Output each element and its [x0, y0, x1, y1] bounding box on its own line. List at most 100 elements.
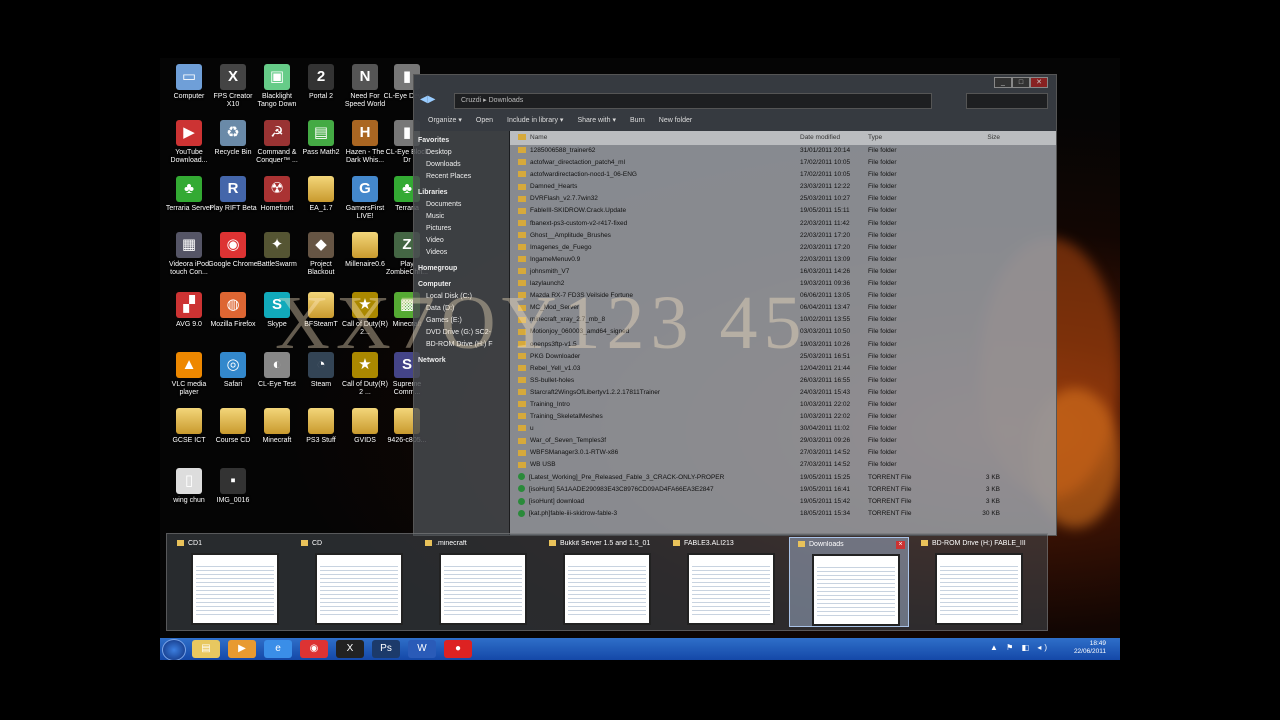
desktop-icon[interactable]: Course CD	[208, 408, 258, 445]
desktop-icon[interactable]: EA_1.7	[296, 176, 346, 213]
nav-item-music[interactable]: Music	[414, 211, 509, 223]
file-row[interactable]: WB USB 27/03/2011 14:52 File folder	[510, 459, 1056, 471]
nav-item-documents[interactable]: Documents	[414, 199, 509, 211]
chrome-icon[interactable]: ◉	[300, 640, 328, 658]
back-forward-icon[interactable]: ◀▶	[420, 93, 435, 107]
file-row[interactable]: War_of_Seven_Temples3f 29/03/2011 09:26 Fi…	[510, 435, 1056, 447]
toolbar-button[interactable]: Include in library ▾	[507, 117, 563, 124]
desktop-icon[interactable]: R Play RIFT Beta	[208, 176, 258, 213]
window-thumbnail[interactable]: .minecraft	[417, 537, 535, 625]
desktop-icon[interactable]: GCSE ICT	[164, 408, 214, 445]
desktop-icon[interactable]: PS3 Stuff	[296, 408, 346, 445]
file-row[interactable]: Ghost__Amplitude_Brushes 22/03/2011 17:20…	[510, 230, 1056, 242]
column-name[interactable]: Name	[518, 131, 788, 145]
file-row[interactable]: WBFSManager3.0.1-RTW-x86 27/03/2011 14:52…	[510, 447, 1056, 459]
window-thumbnail[interactable]: CD1	[169, 537, 287, 625]
file-name: [kat.ph]fable-iii-skidrow-fable-3	[518, 508, 788, 520]
file-row[interactable]: [isoHunt] download 19/05/2011 15:42 TORREN…	[510, 496, 1056, 508]
favorites-header[interactable]: Favorites	[414, 135, 509, 147]
column-type[interactable]: Type	[868, 131, 928, 145]
nav-item-desktop[interactable]: Desktop	[414, 147, 509, 159]
file-row[interactable]: Training_SkeletalMeshes 10/03/2011 22:02 F…	[510, 411, 1056, 423]
toolbar-button[interactable]: Share with ▾	[577, 117, 616, 124]
file-row[interactable]: Damned_Hearts 23/03/2011 12:22 File folder	[510, 181, 1056, 193]
desktop-icon[interactable]: X FPS Creator X10	[208, 64, 258, 109]
file-row[interactable]: IngameMenuv0.9 22/03/2011 13:09 File folde…	[510, 254, 1056, 266]
desktop-icon[interactable]: ◉ Google Chrome	[208, 232, 258, 269]
file-row[interactable]: u 30/04/2011 11:02 File folder	[510, 423, 1056, 435]
toolbar-button[interactable]: New folder	[659, 117, 692, 124]
start-button[interactable]	[162, 639, 186, 660]
desktop-icon[interactable]: ▤ Pass Math2	[296, 120, 346, 157]
media-player-icon[interactable]: ▶	[228, 640, 256, 658]
file-row[interactable]: Imagenes_de_Fuego 22/03/2011 17:20 File fo…	[510, 242, 1056, 254]
desktop-icon[interactable]: ▶ YouTube Download...	[164, 120, 214, 165]
app-icon: ◍	[220, 292, 246, 318]
maximize-button[interactable]: □	[1012, 77, 1030, 88]
file-row[interactable]: fbanext-ps3-custom-v2-r417-fixed 22/03/20…	[510, 218, 1056, 230]
window-thumbnail[interactable]: BD-ROM Drive (H:) FABLE_III	[913, 537, 1031, 625]
window-thumbnail[interactable]: Downloads ×	[789, 537, 909, 627]
file-row[interactable]: [isoHunt] 5A1AADE290983E43C8976CD09AD4FA…	[510, 484, 1056, 496]
desktop-icon[interactable]: ◍ Mozilla Firefox	[208, 292, 258, 329]
file-row[interactable]: [kat.ph]fable-iii-skidrow-fable-3 18/05/2…	[510, 508, 1056, 520]
file-row[interactable]: DVRFlash_v2.7.7win32 25/03/2011 10:27 File…	[510, 193, 1056, 205]
photoshop-icon[interactable]: Ps	[372, 640, 400, 658]
window-thumbnail[interactable]: CD	[293, 537, 411, 625]
desktop-icon[interactable]: ▞ AVG 9.0	[164, 292, 214, 329]
nav-item-videos[interactable]: Videos	[414, 247, 509, 259]
desktop-icon[interactable]: ▭ Computer	[164, 64, 214, 101]
minimize-button[interactable]: _	[994, 77, 1012, 88]
column-size[interactable]: Size	[960, 131, 1000, 145]
toolbar-button[interactable]: Organize ▾	[428, 117, 462, 124]
close-button[interactable]: ✕	[1030, 77, 1048, 88]
desktop-icon[interactable]: ☭ Command & Conquer™ ...	[252, 120, 302, 165]
system-tray[interactable]: ▲ ⚑ ◧ ◂)	[990, 643, 1050, 652]
desktop-icon[interactable]: ♣ Terraria Server	[164, 176, 214, 213]
window-switcher: CD1 CD .minecraft Bukkit Server 1.5 and 1.5…	[166, 533, 1048, 631]
desktop-icon[interactable]: 2 Portal 2	[296, 64, 346, 101]
libraries-header[interactable]: Libraries	[414, 187, 509, 199]
desktop-icon[interactable]: ☢ Homefront	[252, 176, 302, 213]
desktop-icon[interactable]: ◎ Safari	[208, 352, 258, 389]
address-bar[interactable]: Cruzdi ▸ Downloads	[454, 93, 932, 109]
desktop-icon[interactable]: ♻ Recycle Bin	[208, 120, 258, 157]
toolbar-button[interactable]: Open	[476, 117, 493, 124]
desktop-icon[interactable]: ▣ Blacklight Tango Down	[252, 64, 302, 109]
desktop-icon[interactable]: ▯ wing chun	[164, 468, 214, 505]
search-input[interactable]	[966, 93, 1048, 109]
nav-item-downloads[interactable]: Downloads	[414, 159, 509, 171]
desktop-icon[interactable]: Minecraft	[252, 408, 302, 445]
internet-explorer-icon[interactable]: e	[264, 640, 292, 658]
homegroup-header[interactable]: Homegroup	[414, 263, 509, 275]
desktop-icon[interactable]: ▲ VLC media player	[164, 352, 214, 397]
desktop-icon-label: IMG_0016	[216, 497, 250, 504]
file-row[interactable]: SS-bullet-holes 26/03/2011 16:55 File fold…	[510, 375, 1056, 387]
file-row[interactable]: actofwar_directaction_patch4_ml 17/02/201…	[510, 157, 1056, 169]
desktop-icon[interactable]: ▦ Videora iPod touch Con...	[164, 232, 214, 277]
column-date[interactable]: Date modified	[800, 131, 870, 145]
window-thumbnail[interactable]: FABLE3.ALI213	[665, 537, 783, 625]
close-icon[interactable]: ×	[896, 541, 905, 549]
file-row[interactable]: actofwardirectaction-nocd-1_06-ENG 17/02/…	[510, 169, 1056, 181]
nav-item-recent-places[interactable]: Recent Places	[414, 171, 509, 183]
red-app-icon[interactable]: ●	[444, 640, 472, 658]
file-row[interactable]: Training_Intro 10/03/2011 22:02 File folde…	[510, 399, 1056, 411]
desktop-icon[interactable]: ✦ BattleSwarm	[252, 232, 302, 269]
desktop-icon[interactable]: ◆ Project Blackout	[296, 232, 346, 277]
desktop-icon[interactable]: ▪ IMG_0016	[208, 468, 258, 505]
window-thumbnail[interactable]: Bukkit Server 1.5 and 1.5_01	[541, 537, 659, 625]
clock[interactable]: 18:49 22/06/2011	[1074, 640, 1106, 656]
x10-icon[interactable]: X	[336, 640, 364, 658]
file-row[interactable]: johnsmith_V7 16/03/2011 14:26 File folder	[510, 266, 1056, 278]
toolbar-button[interactable]: Burn	[630, 117, 645, 124]
file-row[interactable]: Starcraft2WingsOfLibertyv1.2.2.17811Trai…	[510, 387, 1056, 399]
explorer-icon[interactable]: ▤	[192, 640, 220, 658]
file-row[interactable]: 1285006588_trainer62 31/01/2011 20:14 File…	[510, 145, 1056, 157]
file-row[interactable]: [Latest_Working]_Pre_Released_Fable_3_CR…	[510, 472, 1056, 484]
nav-item-pictures[interactable]: Pictures	[414, 223, 509, 235]
nav-item-video[interactable]: Video	[414, 235, 509, 247]
file-row[interactable]: FableIII-SKIDROW.Crack.Update 19/05/2011 …	[510, 205, 1056, 217]
thumbnail-preview	[563, 553, 651, 625]
word-icon[interactable]: W	[408, 640, 436, 658]
